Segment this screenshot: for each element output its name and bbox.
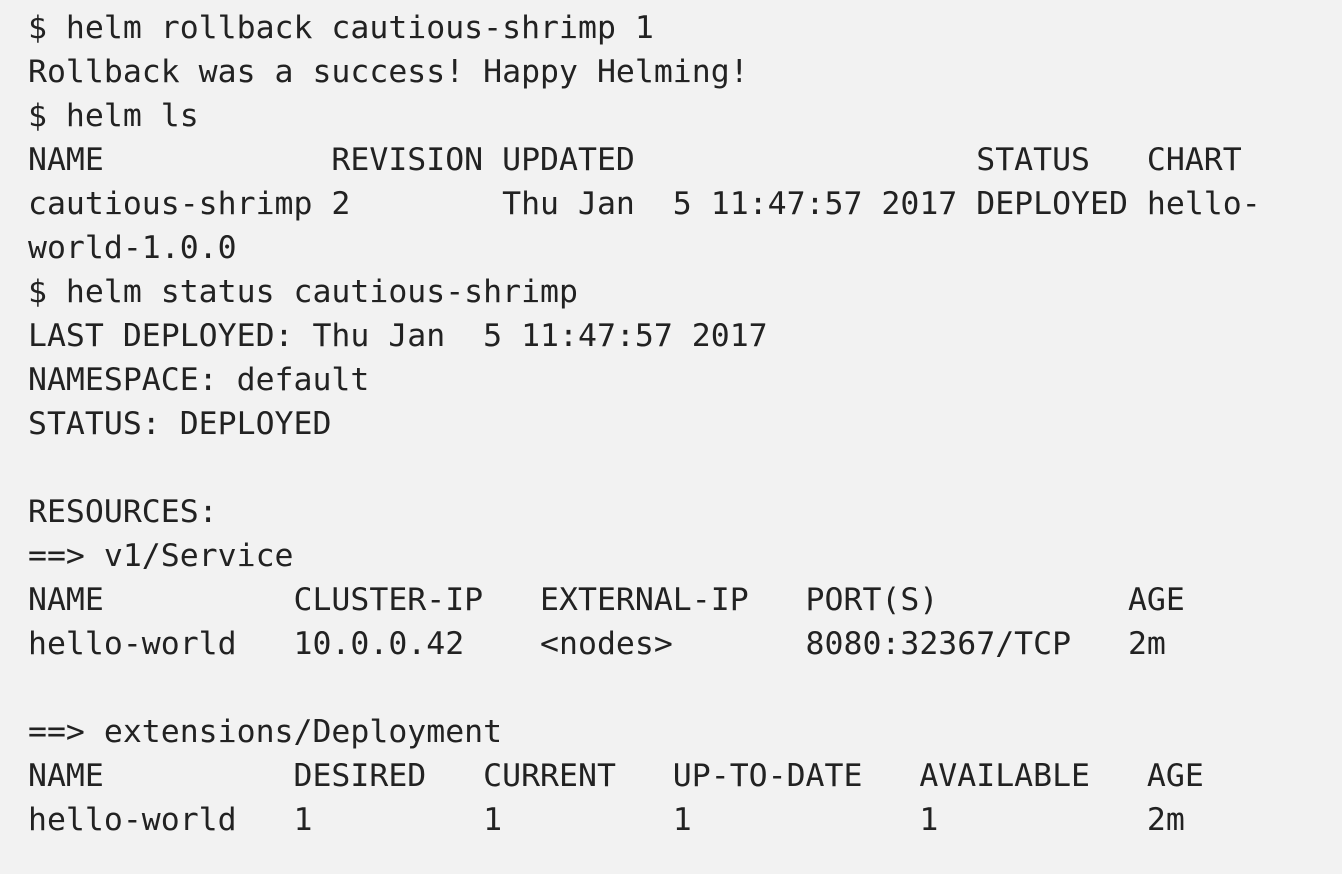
table-row: cautious-shrimp 2 Thu Jan 5 11:47:57 201… [28,186,1261,222]
command-line: $ helm status cautious-shrimp [28,274,578,310]
table-row: hello-world 10.0.0.42 <nodes> 8080:32367… [28,626,1166,662]
resource-heading: ==> v1/Service [28,538,294,574]
output-line: STATUS: DEPLOYED [28,406,332,442]
table-header: NAME CLUSTER-IP EXTERNAL-IP PORT(S) AGE [28,582,1185,618]
table-header: NAME REVISION UPDATED STATUS CHART [28,142,1242,178]
output-line: NAMESPACE: default [28,362,370,398]
table-row: hello-world 1 1 1 1 2m [28,802,1185,838]
command-line: $ helm rollback cautious-shrimp 1 [28,10,654,46]
output-line: LAST DEPLOYED: Thu Jan 5 11:47:57 2017 [28,318,768,354]
table-header: NAME DESIRED CURRENT UP-TO-DATE AVAILABL… [28,758,1204,794]
table-row-wrap: world-1.0.0 [28,230,237,266]
resource-heading: ==> extensions/Deployment [28,714,503,750]
section-heading: RESOURCES: [28,494,218,530]
command-line: $ helm ls [28,98,199,134]
output-line: Rollback was a success! Happy Helming! [28,54,749,90]
terminal-output: $ helm rollback cautious-shrimp 1 Rollba… [28,6,1328,842]
